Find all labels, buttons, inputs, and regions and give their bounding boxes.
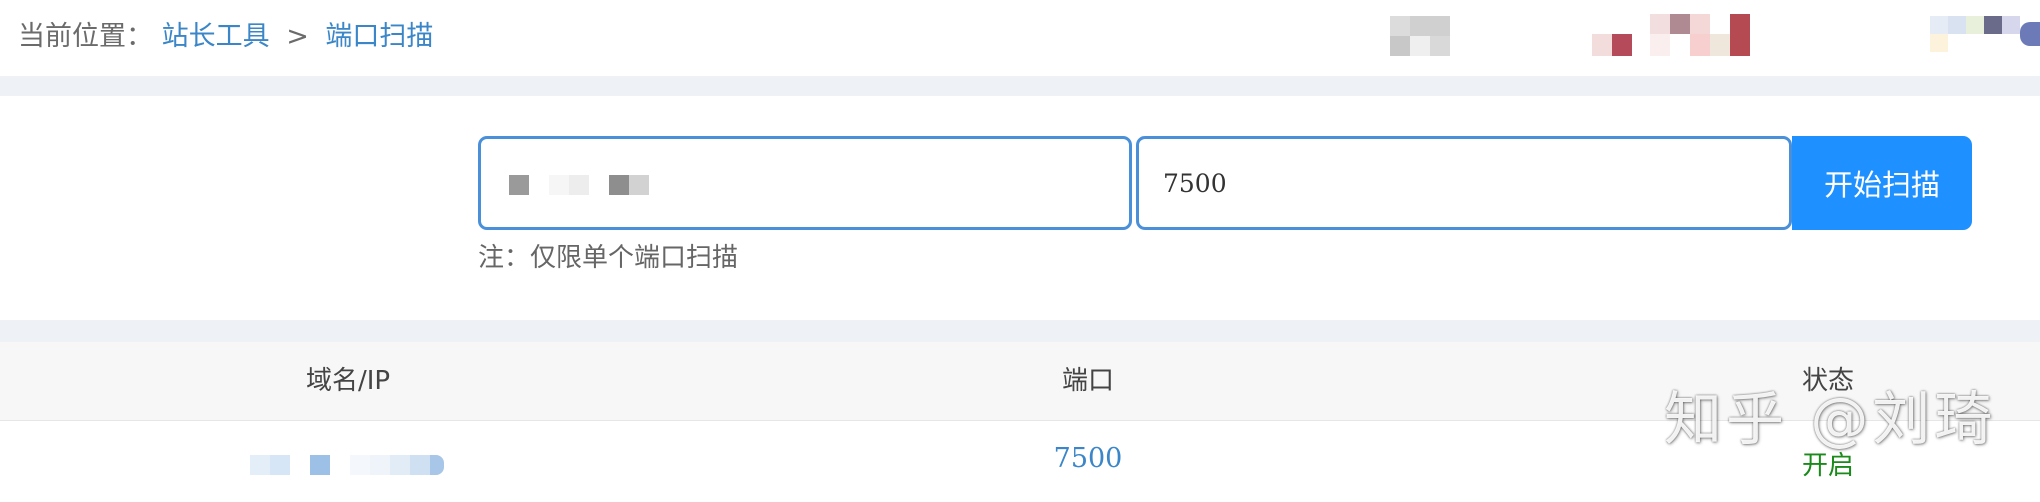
port-cell: 7500 bbox=[1053, 443, 1123, 474]
column-header-host: 域名/IP bbox=[305, 366, 391, 396]
redacted-host-value bbox=[509, 175, 529, 195]
breadcrumb: 当前位置： 站长工具 > 端口扫描 bbox=[18, 18, 433, 56]
top-bar: 当前位置： 站长工具 > 端口扫描 bbox=[0, 0, 2040, 76]
separator-band-middle bbox=[0, 320, 2040, 342]
column-header-port: 端口 bbox=[1061, 366, 1115, 396]
host-input[interactable] bbox=[478, 136, 1132, 230]
separator-band-top bbox=[0, 76, 2040, 96]
breadcrumb-link-port-scan[interactable]: 端口扫描 bbox=[325, 21, 433, 52]
scan-form: 开始扫描 注：仅限单个端口扫描 bbox=[0, 96, 2040, 320]
port-input[interactable] bbox=[1136, 136, 1792, 230]
breadcrumb-link-tools[interactable]: 站长工具 bbox=[162, 21, 270, 52]
scan-note: 注：仅限单个端口扫描 bbox=[478, 243, 739, 273]
zhihu-watermark: 知乎 @刘琦 bbox=[1664, 385, 1997, 453]
breadcrumb-prefix: 当前位置： bbox=[18, 21, 153, 52]
start-scan-button[interactable]: 开始扫描 bbox=[1792, 136, 1972, 230]
breadcrumb-separator: > bbox=[286, 21, 309, 52]
